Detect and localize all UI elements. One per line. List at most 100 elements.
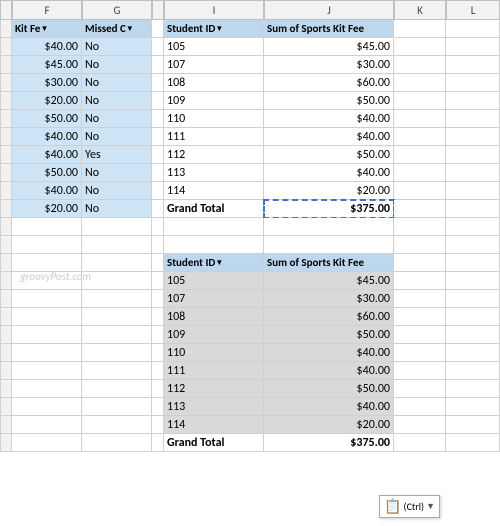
p2-ef-2 [12,290,82,308]
e1-k [394,218,446,236]
sep-5 [152,110,164,128]
sep-7 [152,146,164,164]
p2-grand-label: Grand Total [164,434,264,452]
p1-val-8: $40.00 [264,164,394,182]
p2-eg-1 [82,272,152,290]
k-6 [394,128,446,146]
missed-5: No [82,110,152,128]
p2-val-7: $50.00 [264,380,394,398]
p2-l-6 [446,362,500,380]
p2-ef-3 [12,308,82,326]
p1-val-5: $40.00 [264,110,394,128]
p2-val-9: $20.00 [264,416,394,434]
k-8 [394,164,446,182]
l-7 [446,146,500,164]
p2-row-5: 110 $40.00 [0,344,500,362]
cell-h-sep [152,20,164,38]
cell-missed-c-header[interactable]: Missed C [82,20,152,38]
p2-rn-9 [0,416,12,434]
k-10 [394,200,446,218]
p2-grand-val: $375.00 [264,434,394,452]
row-num-e1 [0,218,12,236]
p2-k-9 [394,416,446,434]
p2-sid-4: 109 [164,326,264,344]
kit-fee-6: $40.00 [12,128,82,146]
col-header-i: I [164,0,264,20]
p2-val-6: $40.00 [264,362,394,380]
p2-l-2 [446,290,500,308]
p1-val-1: $45.00 [264,38,394,56]
p2-eh-5 [152,344,164,362]
p2-val-2: $30.00 [264,290,394,308]
p2-eh-4 [152,326,164,344]
dropdown-arrow-icon: ▼ [426,501,435,512]
p2-k-2 [394,290,446,308]
p2-eg-9 [82,416,152,434]
p2-row-9: 114 $20.00 [0,416,500,434]
p2-ef-7 [12,380,82,398]
p2-eg-6 [82,362,152,380]
p2-l-9 [446,416,500,434]
p2-eg-gt [82,434,152,452]
p1-grand-label: Grand Total [164,200,264,218]
p2-ef-4 [12,326,82,344]
p1-val-4: $50.00 [264,92,394,110]
p2-l-gt [446,434,500,452]
p2-rn-1 [0,272,12,290]
pivot1-student-id-header[interactable]: Student ID [164,20,264,38]
e1-i [164,218,264,236]
p2-sid-2: 107 [164,290,264,308]
k-4 [394,92,446,110]
l-2 [446,56,500,74]
p2-e-h [152,254,164,272]
missed-4: No [82,92,152,110]
data-row-7: $40.00 Yes 112 $50.00 [0,146,500,164]
kit-fee-7: $40.00 [12,146,82,164]
p2-row-2: 107 $30.00 [0,290,500,308]
p2-k-1 [394,272,446,290]
data-row-1: $40.00 No 105 $45.00 [0,38,500,56]
p1-sid-1: 105 [164,38,264,56]
e1-h [152,218,164,236]
p1-val-7: $50.00 [264,146,394,164]
data-row-9: $40.00 No 114 $20.00 [0,182,500,200]
p1-val-9: $20.00 [264,182,394,200]
p1-sid-8: 113 [164,164,264,182]
p2-sid-5: 110 [164,344,264,362]
p1-sid-6: 111 [164,128,264,146]
row-num-3 [0,74,12,92]
missed-10: No [82,200,152,218]
l-1 [446,38,500,56]
p2-student-id-header[interactable]: Student ID [164,254,264,272]
missed-1: No [82,38,152,56]
row-num-5 [0,110,12,128]
e2-h [152,236,164,254]
p1-sid-2: 107 [164,56,264,74]
l-10 [446,200,500,218]
column-headers: F G I J K L [0,0,500,20]
col-header-k: K [394,0,446,20]
l-6 [446,128,500,146]
p2-eh-2 [152,290,164,308]
p2-val-3: $60.00 [264,308,394,326]
p2-eh-3 [152,308,164,326]
col-header-l: L [446,0,500,20]
cell-kit-fee-header[interactable]: Kit Fe [12,20,82,38]
p1-sid-7: 112 [164,146,264,164]
paste-ctrl-button[interactable]: 📋 (Ctrl) ▼ [379,495,440,518]
p2-rn-5 [0,344,12,362]
col-header-j: J [264,0,394,20]
e1-f [12,218,82,236]
p2-sid-7: 112 [164,380,264,398]
sep-6 [152,128,164,146]
missed-2: No [82,56,152,74]
e1-l [446,218,500,236]
kit-fee-1: $40.00 [12,38,82,56]
p2-l-hdr [446,254,500,272]
sep-8 [152,164,164,182]
p2-sid-3: 108 [164,308,264,326]
p1-sid-9: 114 [164,182,264,200]
data-row-8: $50.00 No 113 $40.00 [0,164,500,182]
p2-eh-8 [152,398,164,416]
p2-grand-row: Grand Total $375.00 [0,434,500,452]
